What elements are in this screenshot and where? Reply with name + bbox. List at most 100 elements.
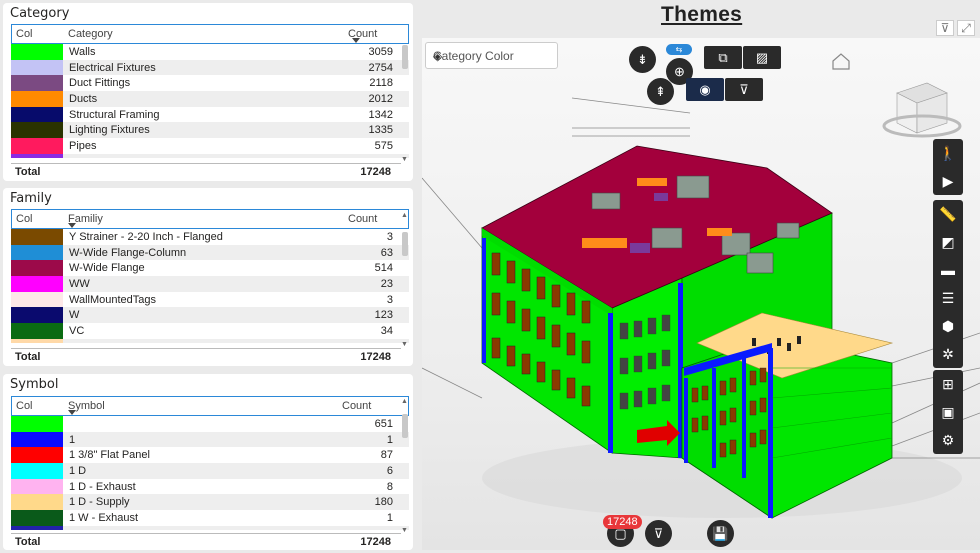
row-count: 2012 xyxy=(368,92,393,105)
family-table: Col Familiy Count Y Strainer - 2-20 Inch… xyxy=(11,209,409,343)
table-row[interactable]: W-Wide Flange-Column 63 xyxy=(11,244,409,261)
row-count: 63 xyxy=(380,246,393,259)
color-swatch xyxy=(11,91,63,107)
save-button[interactable]: 💾 xyxy=(707,520,734,547)
table-row[interactable]: VC 34 xyxy=(11,323,409,339)
table-row[interactable]: Y Strainer - 2-20 Inch - Flanged 3 xyxy=(11,229,409,245)
scrollbar-thumb[interactable] xyxy=(402,414,408,438)
home-icon[interactable] xyxy=(832,53,850,70)
hierarchy-icon[interactable]: ⊞ xyxy=(933,370,963,398)
category-header[interactable]: Category xyxy=(68,28,113,40)
walk-icon[interactable]: 🚶 xyxy=(933,139,963,167)
table-row[interactable] xyxy=(11,525,409,530)
hatch-button[interactable]: ▨ xyxy=(743,46,781,69)
count-header[interactable]: Count xyxy=(342,400,371,412)
sort-arrow-icon xyxy=(68,223,76,228)
row-name: Y Strainer - 2-20 Inch - Flanged xyxy=(69,230,223,243)
row-count: 123 xyxy=(374,309,393,322)
color-swatch xyxy=(11,44,63,60)
row-name: Duct Fittings xyxy=(69,77,131,90)
table-row[interactable]: W 123 xyxy=(11,307,409,324)
category-table-header: Col Category Count xyxy=(11,24,409,44)
symbol-scrollbar[interactable]: ▲ ▼ xyxy=(401,398,409,534)
row-name: 1 D - Exhaust xyxy=(69,480,136,493)
color-swatch xyxy=(11,431,63,448)
row-name: 1 xyxy=(69,433,76,446)
table-row[interactable]: 1 3/8" Flat Panel 87 xyxy=(11,447,409,464)
row-count: 8 xyxy=(386,480,393,493)
table-row[interactable]: Electrical Fixtures 2754 xyxy=(11,59,409,76)
properties-icon[interactable]: ▣ xyxy=(933,398,963,426)
scroll-down-icon[interactable]: ▼ xyxy=(401,156,408,163)
scroll-up-icon[interactable]: ▲ xyxy=(401,212,408,219)
filter-button[interactable]: ⊽ xyxy=(725,78,763,101)
color-swatch xyxy=(11,260,63,277)
isolate-button[interactable]: ◉ xyxy=(686,78,724,101)
folder-icon[interactable]: ▬ xyxy=(933,256,963,284)
layers-icon[interactable]: ☰ xyxy=(933,284,963,312)
table-row[interactable] xyxy=(11,338,409,343)
symbol-total-row: Total 17248 xyxy=(11,533,401,548)
category-color-dropdown[interactable]: Category Color ◈ xyxy=(425,42,558,69)
count-header[interactable]: Count xyxy=(348,213,377,225)
table-row[interactable]: 1 W - Exhaust 1 xyxy=(11,510,409,526)
table-row[interactable]: 1 D - Supply 180 xyxy=(11,494,409,511)
table-row[interactable]: 11 xyxy=(11,431,409,448)
category-scrollbar[interactable]: ▼ xyxy=(401,27,409,163)
family-panel-title: Family xyxy=(10,191,52,206)
building-model[interactable] xyxy=(422,38,980,550)
col-header[interactable]: Col xyxy=(16,213,33,225)
view-cube-icon[interactable] xyxy=(882,82,962,138)
swap-icon[interactable]: ⇆ xyxy=(666,44,692,55)
table-row[interactable]: WallMountedTags 3 xyxy=(11,291,409,308)
table-row[interactable]: WW 23 xyxy=(11,276,409,292)
model-viewer[interactable]: Category Color ◈ ⇟ ⇆ ⊕ ⧉ ▨ ⇞ ◉ ⊽ 🚶 ▶ 📏 ◩… xyxy=(422,38,980,550)
clear-filter-button[interactable]: ⊽ xyxy=(645,520,672,547)
section-icon[interactable]: ◩ xyxy=(933,228,963,256)
color-swatch xyxy=(11,478,63,495)
table-row[interactable]: 1 D - Exhaust 8 xyxy=(11,478,409,495)
filter-icon[interactable]: ⊽ xyxy=(936,20,954,36)
table-row[interactable]: W-Wide Flange 514 xyxy=(11,260,409,277)
table-row[interactable]: Lighting Fixtures 1335 xyxy=(11,122,409,139)
table-row[interactable]: Structural Framing 1342 xyxy=(11,106,409,123)
category-panel: Category Col Category Count Walls 3059 Ele… xyxy=(3,3,413,181)
table-row[interactable]: 651 xyxy=(11,416,409,432)
viewer-toolbar-top: 🚶 ▶ xyxy=(933,139,963,195)
table-row[interactable] xyxy=(11,153,409,158)
scroll-down-icon[interactable]: ▼ xyxy=(401,527,408,534)
copy-button[interactable]: ⧉ xyxy=(704,46,742,69)
category-table: Col Category Count Walls 3059 Electrical F… xyxy=(11,24,409,158)
color-swatch xyxy=(11,59,63,76)
expand-icon[interactable]: ⤢ xyxy=(957,20,975,36)
scroll-down-icon[interactable]: ▼ xyxy=(401,341,408,348)
table-row[interactable]: 1 D 6 xyxy=(11,463,409,479)
viewer-toolbar-bottom: ⊞ ▣ ⚙ xyxy=(933,370,963,454)
scrollbar-thumb[interactable] xyxy=(402,45,408,69)
table-row[interactable]: Walls 3059 xyxy=(11,44,409,60)
table-row[interactable]: Ducts 2012 xyxy=(11,91,409,107)
measure-icon[interactable]: 📏 xyxy=(933,200,963,228)
total-value: 17248 xyxy=(360,536,391,548)
col-header[interactable]: Col xyxy=(16,28,33,40)
row-name: 1 D - Supply xyxy=(69,496,130,509)
collapse-up-button[interactable]: ⇞ xyxy=(647,78,674,105)
selection-count-badge: 17248 xyxy=(603,515,642,529)
color-swatch xyxy=(11,244,63,261)
row-name: Structural Framing xyxy=(69,108,160,121)
camera-icon[interactable]: ▶ xyxy=(933,167,963,195)
table-row[interactable]: Pipes 575 xyxy=(11,138,409,154)
color-swatch xyxy=(11,307,63,324)
col-header[interactable]: Col xyxy=(16,400,33,412)
scroll-up-icon[interactable]: ▲ xyxy=(401,398,408,405)
page-title: Themes xyxy=(661,3,743,26)
explode-icon[interactable]: ✲ xyxy=(933,340,963,368)
scrollbar-thumb[interactable] xyxy=(402,232,408,256)
family-scrollbar[interactable]: ▲ ▼ xyxy=(401,212,409,348)
color-swatch xyxy=(11,463,63,479)
table-row[interactable]: Duct Fittings 2118 xyxy=(11,75,409,92)
cube-icon[interactable]: ⬢ xyxy=(933,312,963,340)
collapse-down-button[interactable]: ⇟ xyxy=(629,46,656,73)
settings-icon[interactable]: ⚙ xyxy=(933,426,963,454)
color-swatch xyxy=(11,153,63,158)
